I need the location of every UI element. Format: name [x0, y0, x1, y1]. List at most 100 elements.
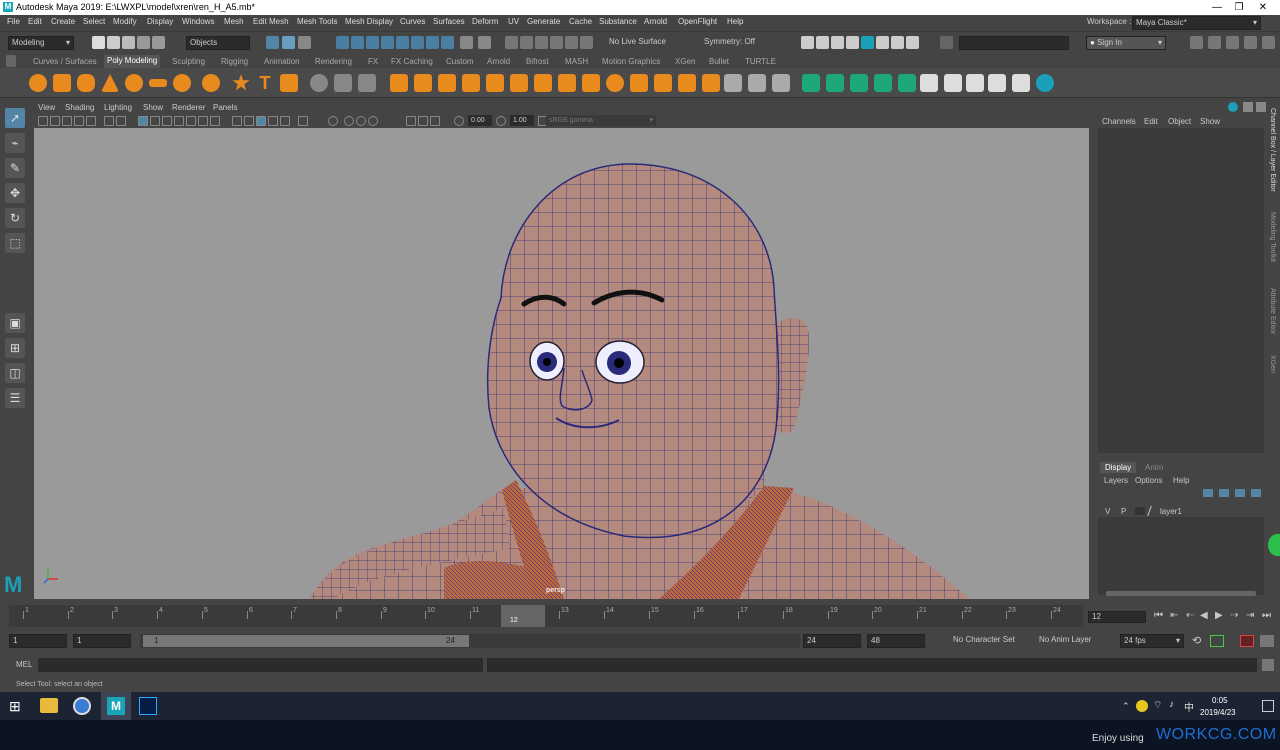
tray-app-icon[interactable] — [1136, 700, 1148, 712]
mirror-icon[interactable] — [414, 74, 432, 92]
scale-tool-icon[interactable]: ⬚ — [5, 233, 25, 253]
clock-time[interactable]: 0:05 — [1212, 696, 1228, 705]
circularize-icon[interactable] — [606, 74, 624, 92]
select-by-curve-icon[interactable] — [366, 36, 379, 49]
poly-sphere-icon[interactable] — [29, 74, 47, 92]
ambient-occlusion-icon[interactable] — [210, 116, 220, 126]
render-settings-icon[interactable] — [846, 36, 859, 49]
step-back-key-icon[interactable]: ⇤ — [1170, 610, 1178, 621]
tool-settings-icon[interactable] — [1226, 36, 1239, 49]
layer-row[interactable]: V P layer1 — [1098, 505, 1264, 517]
menu-edit-mesh[interactable]: Edit Mesh — [253, 17, 289, 26]
side-tab-xgen[interactable]: XGen — [1269, 355, 1276, 373]
close-button[interactable]: ✕ — [1252, 1, 1274, 14]
snap-curve-icon[interactable] — [520, 36, 533, 49]
step-forward-frame-icon[interactable]: ⇢ — [1230, 610, 1238, 621]
shelf-tab-curves-surfaces[interactable]: Curves / Surfaces — [33, 57, 97, 66]
layout-uv-icon[interactable] — [1012, 74, 1030, 92]
uv-camera-icon[interactable] — [898, 74, 916, 92]
menu-surfaces[interactable]: Surfaces — [433, 17, 465, 26]
3d-cut-sew-icon[interactable] — [1036, 74, 1054, 92]
merge-icon[interactable] — [654, 74, 672, 92]
channel-list[interactable] — [1098, 128, 1264, 453]
outliner-toggle-icon[interactable] — [1262, 36, 1275, 49]
channel-box-icon[interactable] — [1244, 36, 1257, 49]
select-camera-icon[interactable] — [38, 116, 48, 126]
render-view-icon[interactable] — [801, 36, 814, 49]
rotate-tool-icon[interactable]: ↻ — [5, 208, 25, 228]
shelf-menu-icon[interactable] — [6, 55, 16, 67]
textured-icon[interactable] — [174, 116, 184, 126]
layer-display-type[interactable] — [1135, 507, 1145, 515]
menu-help[interactable]: Help — [727, 17, 743, 26]
cut-uv-icon[interactable] — [944, 74, 962, 92]
lasso-tool-icon[interactable]: ⌁ — [5, 133, 25, 153]
field-chart-icon[interactable] — [406, 116, 416, 126]
film-gate-icon[interactable] — [116, 116, 126, 126]
component-mode-icon[interactable] — [298, 36, 311, 49]
poly-cylinder-icon[interactable] — [77, 74, 95, 92]
extrude-icon[interactable] — [438, 74, 456, 92]
collapse-icon[interactable] — [630, 74, 648, 92]
snap-grid-icon[interactable] — [505, 36, 518, 49]
poly-plane-icon[interactable] — [149, 79, 167, 87]
insert-edge-loop-icon[interactable] — [748, 74, 766, 92]
arnold-render-icon[interactable] — [876, 36, 889, 49]
move-tool-icon[interactable]: ✥ — [5, 183, 25, 203]
floating-badge-icon[interactable] — [1268, 534, 1280, 556]
bevel-edge-icon[interactable] — [510, 74, 528, 92]
sew-uv-icon[interactable] — [966, 74, 984, 92]
new-scene-icon[interactable] — [92, 36, 105, 49]
bookmark-icon[interactable] — [62, 116, 72, 126]
lighting-sphere-icon[interactable] — [344, 116, 354, 126]
script-editor-icon[interactable] — [1262, 659, 1274, 671]
four-view-layout-icon[interactable]: ⊞ — [5, 338, 25, 358]
mel-label[interactable]: MEL — [16, 660, 32, 669]
animation-start-field[interactable]: 1 — [9, 634, 67, 648]
viewport-menu-view[interactable]: View — [38, 103, 55, 112]
poly-cone-icon[interactable] — [101, 74, 119, 92]
file-explorer-icon[interactable] — [40, 698, 58, 713]
color-space-dropdown[interactable]: sRGB gamma ▾ — [546, 115, 656, 126]
layer-name[interactable]: layer1 — [1160, 507, 1182, 516]
tab-display[interactable]: Display — [1100, 462, 1137, 473]
range-slider-handle[interactable] — [143, 635, 469, 647]
bridge-icon[interactable] — [462, 74, 480, 92]
perspective-viewport[interactable]: persp — [34, 128, 1089, 599]
shadows-icon[interactable] — [198, 116, 208, 126]
super-shape-icon[interactable] — [232, 74, 250, 91]
outliner-layout-icon[interactable]: ☰ — [5, 388, 25, 408]
loop-icon[interactable]: ⟲ — [1192, 634, 1201, 647]
open-scene-icon[interactable] — [107, 36, 120, 49]
uv-editor-icon[interactable] — [920, 74, 938, 92]
range-slider-track[interactable]: 1 24 — [140, 634, 800, 648]
wedge-icon[interactable] — [582, 74, 600, 92]
animation-end-field[interactable]: 48 — [867, 634, 925, 648]
select-by-dynamic-icon[interactable] — [411, 36, 424, 49]
smooth-icon[interactable] — [358, 74, 376, 92]
current-time-indicator[interactable] — [501, 605, 545, 627]
xray-joints-icon[interactable] — [244, 116, 254, 126]
snap-edge-icon[interactable] — [580, 36, 593, 49]
viewport-menu-renderer[interactable]: Renderer — [172, 103, 205, 112]
fps-dropdown[interactable]: 24 fps ▾ — [1120, 634, 1184, 648]
select-by-misc-icon[interactable] — [441, 36, 454, 49]
pause-icon[interactable] — [906, 36, 919, 49]
sign-in-button[interactable]: ● Sign In ▾ — [1086, 36, 1166, 50]
svg-tool-icon[interactable] — [280, 74, 298, 92]
layer-menu-layers[interactable]: Layers — [1104, 476, 1128, 485]
menu-mesh[interactable]: Mesh — [224, 17, 244, 26]
menu-file[interactable]: File — [7, 17, 20, 26]
play-backward-icon[interactable]: ◀ — [1200, 610, 1208, 621]
uv-spherical-icon[interactable] — [850, 74, 868, 92]
channel-menu-object[interactable]: Object — [1168, 117, 1191, 126]
side-tab-modeling-toolkit[interactable]: Modeling Toolkit — [1269, 212, 1276, 262]
quick-input-field[interactable] — [959, 36, 1069, 50]
quad-draw-icon[interactable] — [772, 74, 790, 92]
photoshop-icon[interactable] — [139, 697, 157, 715]
menuset-dropdown[interactable]: Modeling ▾ — [8, 36, 74, 50]
multi-cut-icon[interactable] — [724, 74, 742, 92]
hypershade-icon[interactable] — [861, 36, 874, 49]
poly-cube-icon[interactable] — [53, 74, 71, 92]
new-layer-selected-icon[interactable] — [1251, 489, 1261, 497]
